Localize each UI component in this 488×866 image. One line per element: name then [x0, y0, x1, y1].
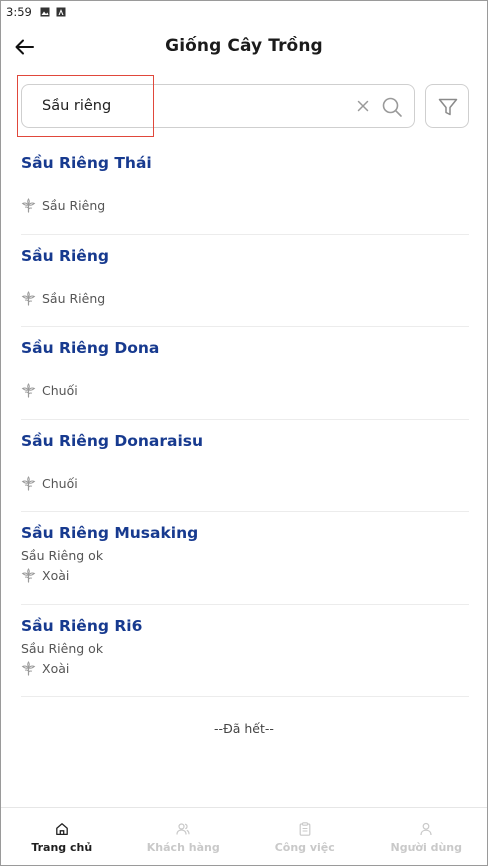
plant-variety-icon: [21, 568, 36, 583]
search-input[interactable]: [42, 85, 342, 127]
clipboard-icon: [299, 822, 311, 836]
search-box: [21, 84, 415, 128]
item-name: Sầu Riêng: [21, 246, 109, 265]
app-notification-icon: [56, 7, 66, 17]
nav-item-home[interactable]: Trang chủ: [1, 808, 123, 865]
item-name: Sầu Riêng Musaking: [21, 524, 199, 542]
plant-variety-icon: [21, 383, 36, 398]
item-category-label: Sầu Riêng: [42, 290, 106, 306]
item-category: Chuối: [21, 476, 78, 491]
status-time: 3:59: [6, 5, 32, 19]
item-category: Xoài: [21, 661, 69, 676]
item-category-label: Sầu Riêng: [42, 198, 106, 213]
nav-label: Người dùng: [390, 841, 462, 854]
item-category: Sầu Riêng: [21, 198, 105, 213]
list-end-text: --Đã hết--: [214, 721, 274, 736]
item-name: Sầu Riêng Donaraisu: [21, 431, 204, 450]
plant-variety-icon: [21, 198, 36, 213]
home-icon: [55, 823, 68, 836]
filter-button[interactable]: [425, 84, 469, 128]
item-description: Sầu Riêng ok: [21, 640, 104, 656]
results-list: Sầu Riêng Thái Sầu Riêng Sầu Riêng Sầu Riên…: [21, 142, 469, 697]
nav-item-tasks[interactable]: Công việc: [244, 808, 366, 865]
item-category: Chuối: [21, 383, 78, 398]
nav-label: Công việc: [274, 841, 335, 854]
nav-label: Trang chủ: [31, 841, 93, 854]
list-item[interactable]: Sầu Riêng Ri6 Sầu Riêng ok Xoài: [21, 605, 469, 697]
app-screen: 3:59 Giống Cây Trồng Sầu Riêng: [0, 0, 488, 866]
list-item[interactable]: Sầu Riêng Musaking Sầu Riêng ok Xoài: [21, 512, 469, 605]
user-icon: [420, 822, 432, 836]
nav-item-users[interactable]: Người dùng: [366, 808, 488, 865]
app-header: Giống Cây Trồng: [1, 29, 487, 65]
plant-variety-icon: [21, 290, 36, 306]
nav-item-customers[interactable]: Khách hàng: [123, 808, 245, 865]
item-category-label: Chuối: [42, 383, 78, 398]
item-category-label: Xoài: [42, 568, 70, 583]
item-category-label: Chuối: [42, 475, 78, 491]
item-name: Sầu Riêng Ri6: [21, 616, 143, 635]
nav-label: Khách hàng: [146, 841, 220, 854]
search-icon[interactable]: [381, 96, 403, 118]
item-category: Sầu Riêng: [21, 291, 105, 306]
filter-icon: [438, 98, 458, 116]
status-bar: 3:59: [1, 1, 487, 23]
list-item[interactable]: Sầu Riêng Thái Sầu Riêng: [21, 142, 469, 235]
list-item[interactable]: Sầu Riêng Sầu Riêng: [21, 235, 469, 327]
page-title: Giống Cây Trồng: [165, 36, 323, 56]
item-description: Sầu Riêng ok: [21, 548, 104, 563]
item-name: Sầu Riêng Dona: [21, 339, 160, 357]
list-item[interactable]: Sầu Riêng Donaraisu Chuối: [21, 420, 469, 512]
bottom-nav: Trang chủ Khách hàng Công việc Người dùn…: [1, 807, 488, 865]
item-category-label: Xoài: [42, 660, 70, 676]
gallery-notification-icon: [40, 7, 50, 17]
item-name: Sầu Riêng Thái: [21, 154, 152, 172]
list-item[interactable]: Sầu Riêng Dona Chuối: [21, 327, 469, 420]
plant-variety-icon: [21, 475, 36, 491]
plant-variety-icon: [21, 660, 36, 676]
item-category: Xoài: [21, 568, 69, 583]
customers-icon: [176, 823, 190, 835]
clear-icon[interactable]: [355, 98, 371, 114]
